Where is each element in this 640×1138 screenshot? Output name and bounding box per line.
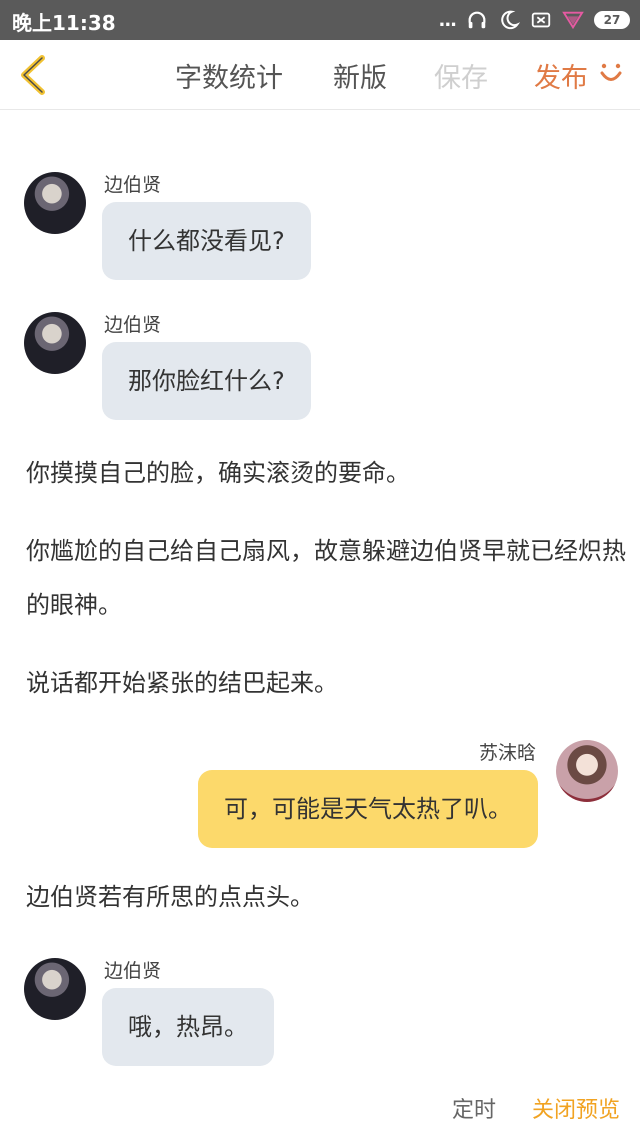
status-bar: 晚上11:38 ... 27 (0, 0, 640, 40)
narration-text: 你摸摸自己的脸，确实滚烫的要命。 (26, 459, 410, 487)
story-preview: 边伯贤 什么都没看见? 边伯贤 那你脸红什么? 你摸摸自己的脸，确实滚烫的要命。… (0, 110, 640, 1080)
editor-toolbar: 字数统计 新版 保存 发布 (0, 40, 640, 110)
speaker-name: 苏沫晗 (478, 742, 536, 764)
avatar[interactable] (24, 958, 86, 1020)
publish-button[interactable]: 发布 (534, 56, 588, 95)
dialog-message: 边伯贤 那你脸红什么? (0, 250, 640, 430)
speaker-name: 边伯贤 (104, 174, 162, 196)
more-notifications-icon: ... (438, 9, 456, 31)
status-icons: ... 27 (438, 6, 630, 34)
avatar[interactable] (24, 172, 86, 234)
dialog-message: 苏沫晗 可，可能是天气太热了叭。 (0, 670, 640, 870)
speaker-name: 边伯贤 (104, 314, 162, 336)
word-count-button[interactable]: 字数统计 (175, 56, 283, 95)
close-preview-button[interactable]: 关闭预览 (532, 1092, 620, 1124)
new-version-button[interactable]: 新版 (333, 56, 387, 95)
moon-icon (501, 10, 520, 30)
battery-indicator: 27 (594, 11, 630, 29)
chat-bubble: 那你脸红什么? (102, 342, 311, 420)
avatar[interactable] (556, 740, 618, 802)
speaker-name: 边伯贤 (104, 960, 162, 982)
chat-bubble: 哦，热昂。 (102, 988, 274, 1066)
narration-text: 你尴尬的自己给自己扇风，故意躲避边伯贤早就已经炽热的眼神。 (26, 537, 626, 619)
avatar[interactable] (24, 312, 86, 374)
back-arrow-icon[interactable] (14, 52, 54, 98)
save-button[interactable]: 保存 (434, 56, 488, 95)
headphones-icon (468, 11, 486, 29)
chat-bubble: 可，可能是天气太热了叭。 (198, 770, 538, 848)
bottom-bar: 定时 关闭预览 (0, 1080, 640, 1138)
signal-icon (562, 11, 584, 30)
emoji-icon[interactable] (596, 58, 626, 88)
schedule-button[interactable]: 定时 (452, 1092, 496, 1124)
no-sim-icon (531, 12, 551, 28)
dialog-message: 边伯贤 哦，热昂。 (0, 896, 640, 1076)
status-time: 晚上11:38 (12, 11, 116, 35)
